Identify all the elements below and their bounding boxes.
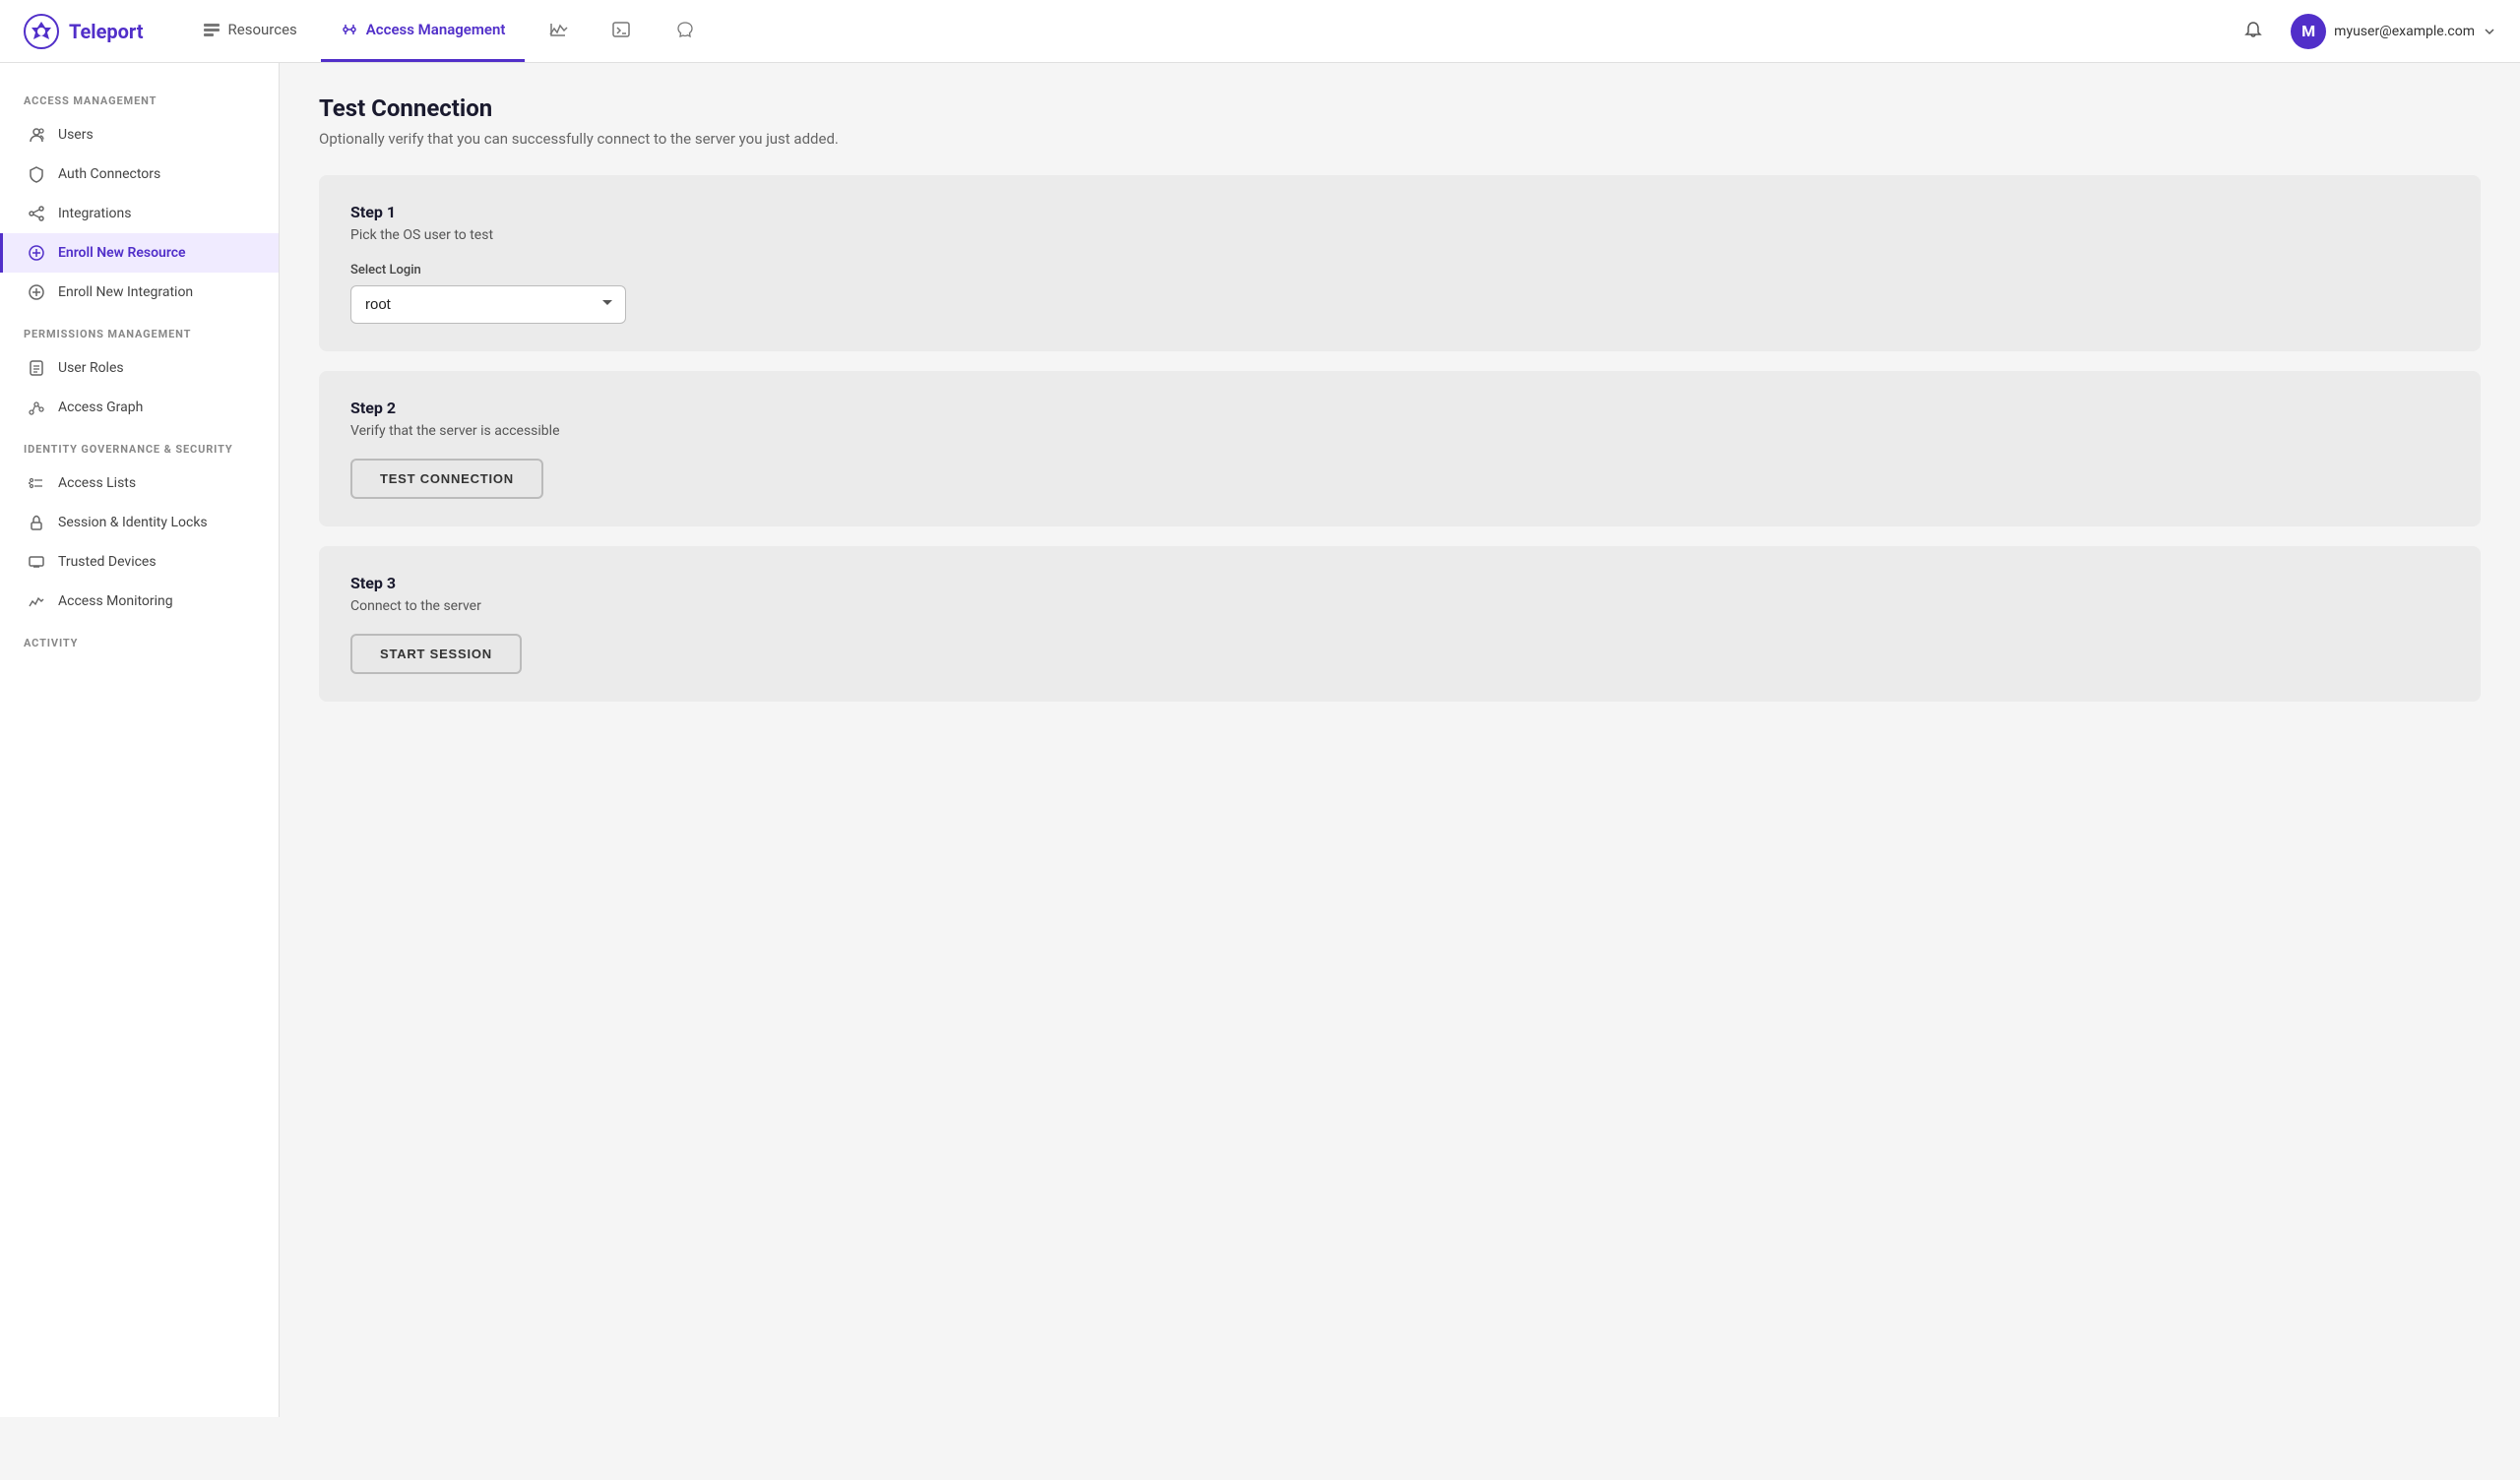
- device-icon: [27, 552, 46, 572]
- nav-right: M myuser@example.com: [2236, 14, 2496, 49]
- start-session-button[interactable]: START SESSION: [350, 634, 522, 674]
- layout: Access Management Users Auth Connectors: [0, 63, 2520, 1417]
- logo[interactable]: Teleport: [24, 14, 144, 49]
- user-menu[interactable]: M myuser@example.com: [2291, 14, 2496, 49]
- sidebar-item-access-monitoring[interactable]: Access Monitoring: [0, 582, 279, 621]
- avatar: M: [2291, 14, 2326, 49]
- access-management-nav-icon: [341, 21, 358, 38]
- sidebar-section-permissions: Permissions Management: [0, 312, 279, 348]
- user-roles-icon: [27, 358, 46, 378]
- plus-circle-icon-resource: [27, 243, 46, 263]
- top-nav: Teleport Resources Access Management: [0, 0, 2520, 63]
- bell-icon: [2242, 21, 2264, 42]
- users-icon: [27, 125, 46, 145]
- step-1-title: Step 1: [350, 203, 2449, 221]
- nav-items: Resources Access Management: [183, 0, 2236, 62]
- step-3-description: Connect to the server: [350, 598, 2449, 614]
- step-2-description: Verify that the server is accessible: [350, 423, 2449, 439]
- step-3-title: Step 3: [350, 574, 2449, 592]
- brain-nav-icon: [674, 20, 696, 39]
- lock-icon: [27, 513, 46, 532]
- notifications-button[interactable]: [2236, 14, 2271, 49]
- shield-icon: [27, 164, 46, 184]
- sidebar-item-trusted-devices[interactable]: Trusted Devices: [0, 542, 279, 582]
- terminal-nav-icon: [611, 21, 631, 38]
- step-3-card: Step 3 Connect to the server START SESSI…: [319, 546, 2481, 702]
- teleport-logo-icon: [24, 14, 59, 49]
- chevron-down-icon: [2483, 25, 2496, 38]
- sidebar-item-user-roles[interactable]: User Roles: [0, 348, 279, 388]
- nav-access-management[interactable]: Access Management: [321, 0, 526, 62]
- plus-circle-icon-integration: [27, 282, 46, 302]
- sidebar-item-session-identity-locks[interactable]: Session & Identity Locks: [0, 503, 279, 542]
- sidebar-item-enroll-new-integration[interactable]: Enroll New Integration: [0, 273, 279, 312]
- sidebar-section-identity: Identity Governance & Security: [0, 427, 279, 463]
- sidebar-item-enroll-new-resource[interactable]: Enroll New Resource: [0, 233, 279, 273]
- integrations-icon: [27, 204, 46, 223]
- test-connection-button[interactable]: TEST CONNECTION: [350, 459, 543, 499]
- sidebar-item-access-graph[interactable]: Access Graph: [0, 388, 279, 427]
- main-content: Test Connection Optionally verify that y…: [280, 63, 2520, 1417]
- nav-terminal[interactable]: [592, 0, 651, 62]
- access-lists-icon: [27, 473, 46, 493]
- sidebar-item-auth-connectors[interactable]: Auth Connectors: [0, 154, 279, 194]
- step-1-card: Step 1 Pick the OS user to test Select L…: [319, 175, 2481, 351]
- page-title: Test Connection: [319, 94, 2481, 122]
- sidebar-section-activity: Activity: [0, 621, 279, 657]
- activity-nav-icon: [548, 21, 568, 38]
- select-login-label: Select Login: [350, 263, 2449, 278]
- login-select[interactable]: root ubuntu ec2-user admin: [350, 285, 626, 324]
- sidebar-item-access-lists[interactable]: Access Lists: [0, 463, 279, 503]
- sidebar-item-integrations[interactable]: Integrations: [0, 194, 279, 233]
- graph-icon: [27, 398, 46, 417]
- monitoring-icon: [27, 591, 46, 611]
- login-select-wrapper: root ubuntu ec2-user admin: [350, 285, 626, 324]
- sidebar-section-access-management: Access Management: [0, 79, 279, 115]
- nav-resources[interactable]: Resources: [183, 0, 317, 62]
- page-subtitle: Optionally verify that you can successfu…: [319, 130, 2481, 148]
- sidebar: Access Management Users Auth Connectors: [0, 63, 280, 1417]
- step-2-title: Step 2: [350, 399, 2449, 417]
- step-2-card: Step 2 Verify that the server is accessi…: [319, 371, 2481, 526]
- step-1-description: Pick the OS user to test: [350, 227, 2449, 243]
- resources-nav-icon: [203, 21, 220, 38]
- nav-activity[interactable]: [529, 0, 588, 62]
- nav-brain[interactable]: [655, 0, 716, 62]
- user-email: myuser@example.com: [2334, 24, 2475, 39]
- sidebar-item-users[interactable]: Users: [0, 115, 279, 154]
